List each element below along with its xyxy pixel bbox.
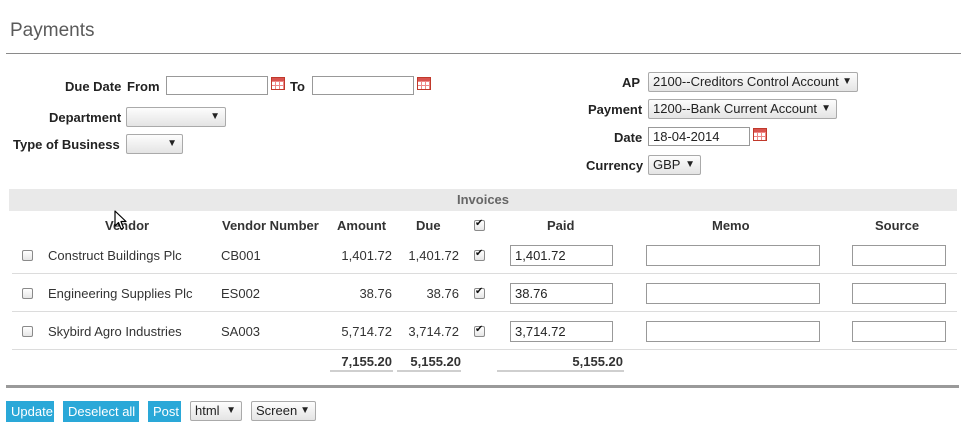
invoices-section-title: Invoices xyxy=(456,192,510,207)
type-of-business-select[interactable]: ▼ xyxy=(126,134,183,154)
calendar-icon[interactable] xyxy=(417,77,431,90)
from-date-input[interactable] xyxy=(166,76,268,95)
row-divider xyxy=(12,273,957,274)
source-input[interactable] xyxy=(852,321,946,342)
vendor-name: Engineering Supplies Plc xyxy=(48,286,193,301)
total-underline xyxy=(397,370,461,372)
row-divider xyxy=(12,311,957,312)
calendar-icon[interactable] xyxy=(271,77,285,90)
currency-label: Currency xyxy=(586,158,644,173)
memo-input[interactable] xyxy=(646,245,820,266)
memo-input[interactable] xyxy=(646,283,820,304)
select-all-pay-checkbox[interactable] xyxy=(474,218,485,231)
section-divider xyxy=(6,385,959,388)
payment-date-input[interactable]: 18-04-2014 xyxy=(648,127,750,146)
column-header-source: Source xyxy=(875,218,920,233)
pay-checkbox[interactable] xyxy=(474,286,485,299)
vendor-number: CB001 xyxy=(221,248,261,263)
chevron-down-icon: ▼ xyxy=(226,405,236,416)
total-underline xyxy=(497,370,624,372)
page-title: Payments xyxy=(10,20,95,41)
type-of-business-label: Type of Business xyxy=(13,137,120,152)
ap-account-value: 2100--Creditors Control Account xyxy=(653,74,839,89)
to-date-input[interactable] xyxy=(312,76,414,95)
calendar-icon[interactable] xyxy=(753,128,767,141)
payment-label: Payment xyxy=(588,102,643,117)
column-header-vendor-number: Vendor Number xyxy=(222,218,319,233)
payment-account-select[interactable]: 1200--Bank Current Account ▼ xyxy=(648,99,837,119)
update-button[interactable]: Update xyxy=(6,401,54,422)
paid-amount-input[interactable]: 3,714.72 xyxy=(510,321,613,342)
row-select-checkbox[interactable] xyxy=(22,326,33,337)
to-label: To xyxy=(290,79,305,94)
chevron-down-icon: ▼ xyxy=(167,138,177,149)
chevron-down-icon: ▼ xyxy=(821,103,831,114)
currency-value: GBP xyxy=(653,157,681,172)
pay-checkbox[interactable] xyxy=(474,324,485,337)
ap-account-select[interactable]: 2100--Creditors Control Account ▼ xyxy=(648,72,858,92)
column-header-amount: Amount xyxy=(337,218,387,233)
chevron-down-icon: ▼ xyxy=(300,405,310,416)
currency-select[interactable]: GBP ▼ xyxy=(648,155,701,175)
date-label: Date xyxy=(614,130,643,145)
ap-label: AP xyxy=(622,75,641,90)
output-select[interactable]: Screen ▼ xyxy=(251,401,316,421)
row-select-checkbox[interactable] xyxy=(22,250,33,261)
total-amount: 7,155.20 xyxy=(341,354,392,369)
invoice-due: 38.76 xyxy=(426,286,459,301)
title-divider xyxy=(6,53,961,54)
paid-amount-input[interactable]: 1,401.72 xyxy=(510,245,613,266)
vendor-number: ES002 xyxy=(221,286,261,301)
source-input[interactable] xyxy=(852,245,946,266)
invoice-due: 1,401.72 xyxy=(408,248,459,263)
invoice-amount: 5,714.72 xyxy=(341,324,392,339)
vendor-number: SA003 xyxy=(221,324,261,339)
memo-input[interactable] xyxy=(646,321,820,342)
output-value: Screen xyxy=(256,403,298,418)
invoice-due: 3,714.72 xyxy=(408,324,459,339)
total-underline xyxy=(330,370,393,372)
chevron-down-icon: ▼ xyxy=(685,159,695,170)
column-header-paid: Paid xyxy=(547,218,575,233)
source-input[interactable] xyxy=(852,283,946,304)
total-due: 5,155.20 xyxy=(410,354,461,369)
invoice-amount: 1,401.72 xyxy=(341,248,392,263)
format-select[interactable]: html ▼ xyxy=(190,401,242,421)
total-paid: 5,155.20 xyxy=(572,354,623,369)
chevron-down-icon: ▼ xyxy=(210,111,220,122)
column-header-memo: Memo xyxy=(712,218,750,233)
paid-amount-input[interactable]: 38.76 xyxy=(510,283,613,304)
post-button[interactable]: Post xyxy=(148,401,181,422)
vendor-name: Construct Buildings Plc xyxy=(48,248,182,263)
format-value: html xyxy=(195,403,220,418)
from-label: From xyxy=(127,79,160,94)
column-header-due: Due xyxy=(416,218,441,233)
department-select[interactable]: ▼ xyxy=(126,107,226,127)
payment-account-value: 1200--Bank Current Account xyxy=(653,101,818,116)
mouse-pointer-icon xyxy=(114,210,127,230)
deselect-all-button[interactable]: Deselect all xyxy=(63,401,139,422)
invoice-amount: 38.76 xyxy=(359,286,392,301)
row-divider xyxy=(12,349,957,350)
due-date-label: Due Date xyxy=(65,79,122,94)
department-label: Department xyxy=(49,110,122,125)
pay-checkbox[interactable] xyxy=(474,248,485,261)
row-select-checkbox[interactable] xyxy=(22,288,33,299)
vendor-name: Skybird Agro Industries xyxy=(48,324,182,339)
chevron-down-icon: ▼ xyxy=(842,76,852,87)
